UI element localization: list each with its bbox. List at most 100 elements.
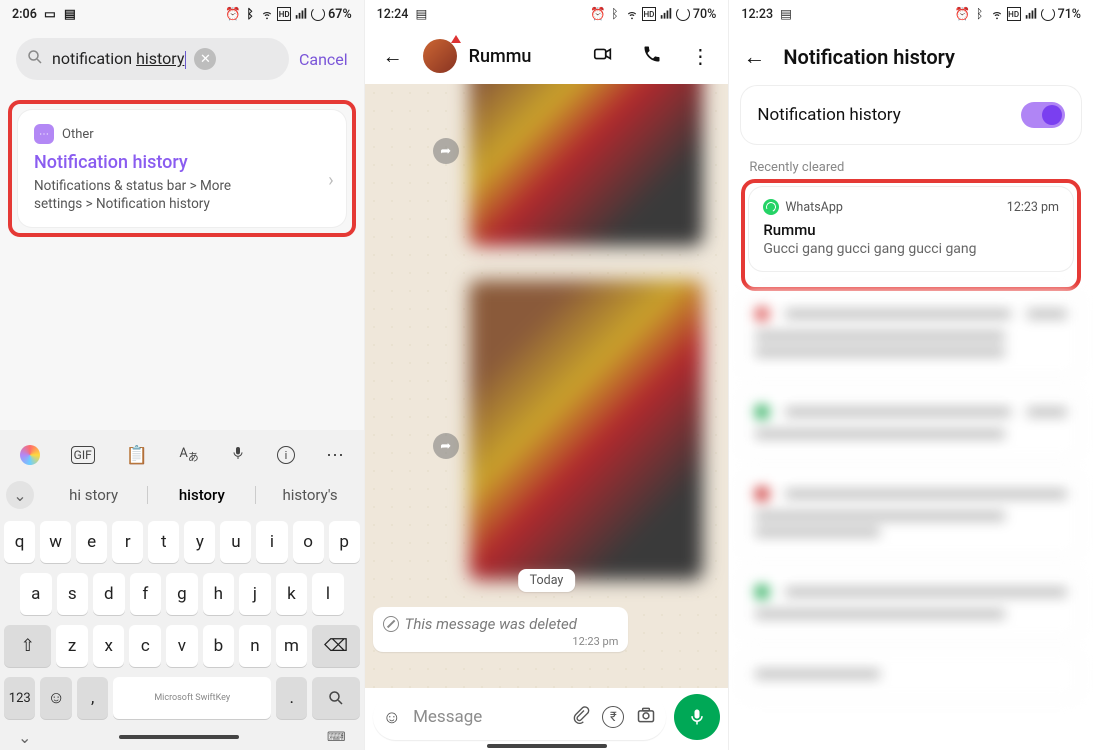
nav-handle[interactable]	[487, 744, 607, 748]
key-l[interactable]: l	[312, 573, 344, 615]
chevron-right-icon: ›	[328, 170, 333, 191]
backspace-key[interactable]: ⌫	[312, 625, 359, 667]
result-path: Notifications & status bar > More settin…	[34, 177, 274, 213]
menu-button[interactable]: ⋮	[682, 44, 718, 68]
card-icon: ▤	[63, 7, 77, 21]
key-v[interactable]: v	[166, 625, 198, 667]
key-a[interactable]: a	[20, 573, 52, 615]
cancel-button[interactable]: Cancel	[299, 50, 348, 69]
search-result-notification-history[interactable]: ⋯ Other Notification history Notificatio…	[18, 110, 346, 227]
key-c[interactable]: c	[129, 625, 161, 667]
notification-item-blurred[interactable]	[741, 291, 1081, 377]
voice-call-button[interactable]	[634, 44, 670, 69]
notification-time: 12:23 pm	[1007, 200, 1059, 215]
copilot-icon[interactable]	[20, 445, 40, 465]
notification-item-blurred[interactable]	[741, 569, 1081, 639]
notification-history-toggle-card[interactable]: Notification history	[741, 86, 1081, 144]
info-icon[interactable]: i	[277, 446, 295, 464]
notification-item-blurred[interactable]	[741, 651, 1081, 699]
chat-body[interactable]: ➦ ➦ Today This message was deleted 12:23…	[365, 84, 729, 688]
key-r[interactable]: r	[112, 521, 143, 563]
back-button[interactable]: ←	[375, 44, 411, 69]
payment-icon[interactable]: ₹	[602, 706, 624, 728]
key-j[interactable]: j	[239, 573, 271, 615]
key-t[interactable]: t	[148, 521, 179, 563]
notification-item-blurred[interactable]	[741, 471, 1081, 557]
period-key[interactable]: .	[276, 677, 308, 719]
key-n[interactable]: n	[239, 625, 271, 667]
keyboard-switch-icon[interactable]: ⌨	[327, 730, 346, 745]
emoji-key[interactable]: ☺	[40, 677, 72, 719]
notification-body: Gucci gang gucci gang gucci gang	[763, 241, 1059, 257]
contact-name[interactable]: Rummu	[469, 46, 573, 67]
blurred-image-message-2[interactable]	[469, 280, 703, 580]
deleted-message-time: 12:23 pm	[383, 635, 619, 648]
key-x[interactable]: x	[93, 625, 125, 667]
key-i[interactable]: i	[256, 521, 287, 563]
camera-icon[interactable]	[636, 705, 656, 730]
keyboard[interactable]: GIF 📋 Aあ i ⋯ ⌄ hi story history history'…	[0, 430, 364, 750]
attach-icon[interactable]	[572, 706, 590, 729]
key-z[interactable]: z	[56, 625, 88, 667]
gif-icon[interactable]: GIF	[71, 446, 95, 464]
numeric-key[interactable]: 123	[4, 677, 36, 719]
shift-key[interactable]: ⇧	[4, 625, 51, 667]
emoji-icon[interactable]: ☺	[383, 707, 401, 728]
status-bar: 12:24 ▤ ⏰ ᛒ HD 70%	[365, 0, 729, 28]
status-battery: 71%	[1058, 7, 1081, 22]
video-call-button[interactable]	[584, 43, 622, 70]
key-p[interactable]: p	[329, 521, 360, 563]
key-f[interactable]: f	[130, 573, 162, 615]
back-button[interactable]: ←	[743, 44, 765, 70]
key-u[interactable]: u	[220, 521, 251, 563]
key-o[interactable]: o	[293, 521, 324, 563]
mic-icon[interactable]	[230, 445, 246, 466]
key-b[interactable]: b	[203, 625, 235, 667]
section-recently-cleared: Recently cleared	[729, 150, 1093, 179]
forward-button-2[interactable]: ➦	[433, 433, 459, 459]
sync-icon	[676, 7, 690, 21]
key-k[interactable]: k	[276, 573, 308, 615]
bluetooth-icon: ᛒ	[608, 7, 622, 21]
message-input[interactable]: ☺ Message ₹	[373, 694, 667, 740]
key-e[interactable]: e	[76, 521, 107, 563]
search-key[interactable]	[312, 677, 359, 719]
key-m[interactable]: m	[276, 625, 308, 667]
deleted-message-bubble[interactable]: This message was deleted 12:23 pm	[373, 607, 629, 652]
more-icon[interactable]: ⋯	[326, 445, 344, 466]
page-title: Notification history	[783, 45, 955, 69]
key-y[interactable]: y	[184, 521, 215, 563]
suggestion-1[interactable]: hi story	[40, 486, 147, 504]
blurred-image-message-1[interactable]	[469, 84, 703, 246]
alarm-icon: ⏰	[956, 7, 970, 21]
notification-item-whatsapp[interactable]: WhatsApp 12:23 pm Rummu Gucci gang gucci…	[749, 187, 1073, 271]
nav-handle[interactable]	[119, 735, 239, 739]
clear-search-button[interactable]: ✕	[194, 48, 216, 70]
toggle-switch[interactable]	[1021, 102, 1065, 128]
notification-item-blurred[interactable]	[741, 389, 1081, 459]
key-d[interactable]: d	[93, 573, 125, 615]
contact-avatar[interactable]	[423, 39, 457, 73]
key-w[interactable]: w	[40, 521, 71, 563]
forward-button-1[interactable]: ➦	[433, 138, 459, 164]
keyboard-collapse-icon[interactable]: ⌄	[18, 728, 31, 747]
collapse-suggestions-button[interactable]: ⌄	[6, 481, 34, 509]
key-h[interactable]: h	[203, 573, 235, 615]
suggestion-2[interactable]: history	[147, 486, 255, 504]
phone-notification-history: 12:23 ▤ ⏰ ᛒ HD 71% ← Notification histor…	[728, 0, 1093, 750]
comma-key[interactable]: ,	[77, 677, 109, 719]
key-s[interactable]: s	[57, 573, 89, 615]
signal-icon	[659, 7, 673, 21]
notification-title: Rummu	[763, 221, 1059, 239]
space-key[interactable]: Microsoft SwiftKey	[113, 677, 270, 719]
translate-icon[interactable]: Aあ	[179, 446, 198, 465]
voice-message-button[interactable]	[674, 694, 720, 740]
clipboard-icon[interactable]: 📋	[126, 445, 148, 466]
status-battery: 67%	[328, 7, 352, 22]
key-q[interactable]: q	[4, 521, 35, 563]
volte-icon: HD	[642, 7, 656, 21]
search-input-container[interactable]: notification history ✕	[16, 38, 289, 80]
sync-icon	[311, 7, 325, 21]
key-g[interactable]: g	[166, 573, 198, 615]
suggestion-3[interactable]: history's	[255, 486, 363, 504]
